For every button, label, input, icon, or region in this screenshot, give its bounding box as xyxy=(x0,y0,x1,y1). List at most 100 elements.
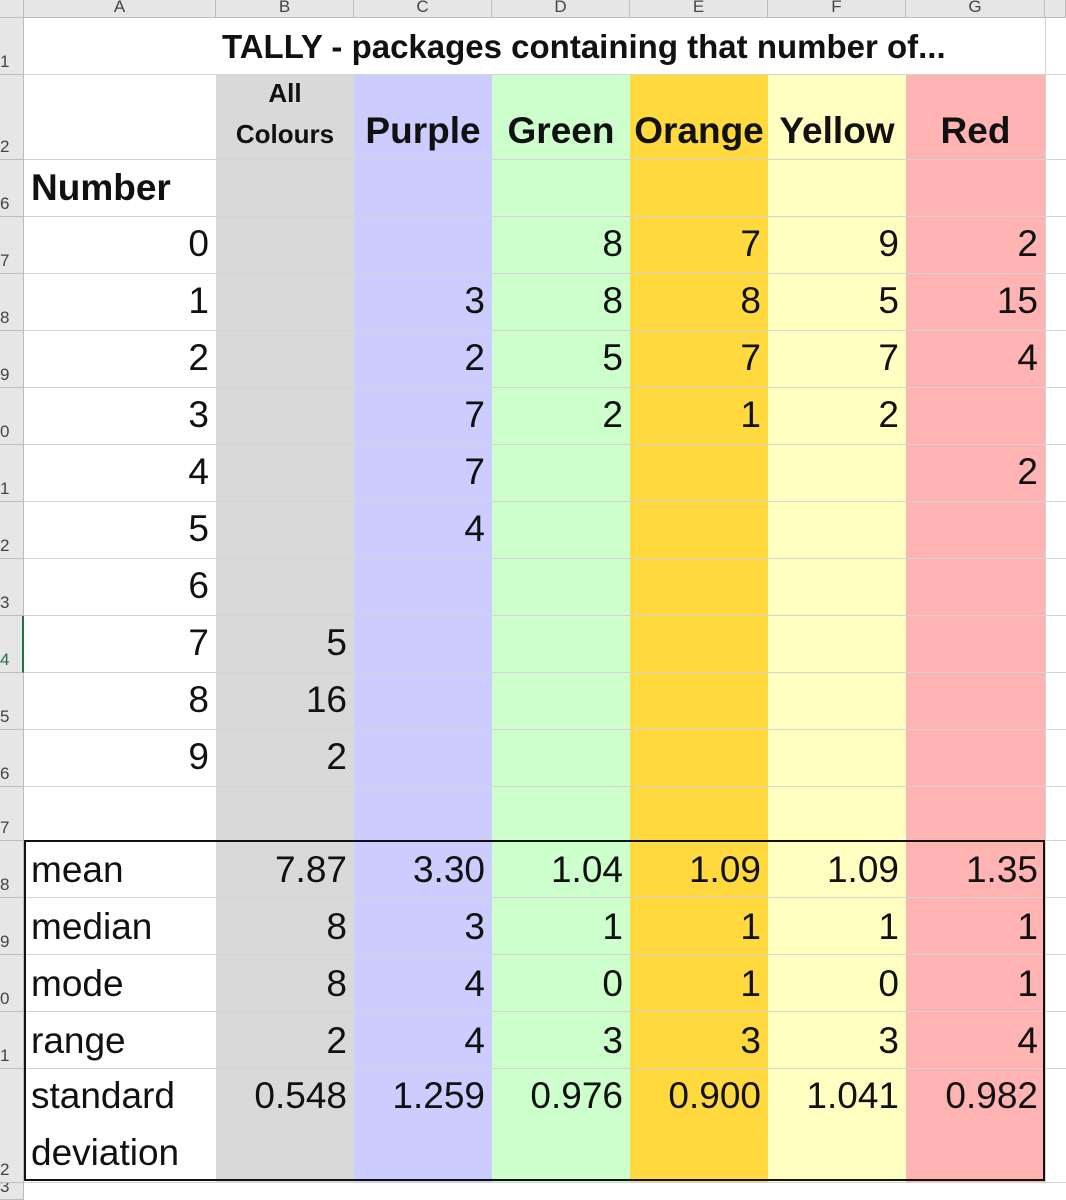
tally-cell-green[interactable] xyxy=(492,451,630,499)
row-header[interactable]: 3 xyxy=(0,559,24,616)
std-value-orange[interactable]: 0.900 xyxy=(630,1075,768,1123)
tally-cell-yellow[interactable] xyxy=(768,736,906,784)
stat-label-mean[interactable]: mean xyxy=(24,849,216,897)
tally-cell-purple[interactable] xyxy=(354,622,492,670)
std-value-yellow[interactable]: 1.041 xyxy=(768,1075,906,1123)
tally-cell-all[interactable] xyxy=(216,508,354,556)
column-header-C[interactable]: C xyxy=(354,0,492,18)
std-label-line1[interactable]: standard xyxy=(24,1075,216,1123)
stat-value-purple[interactable]: 3 xyxy=(354,906,492,954)
tally-cell-yellow[interactable]: 5 xyxy=(768,280,906,328)
tally-cell-number[interactable]: 1 xyxy=(24,280,216,328)
tally-cell-orange[interactable] xyxy=(630,736,768,784)
std-label-line2[interactable]: deviation xyxy=(24,1132,216,1180)
column-header-A[interactable]: A xyxy=(24,0,216,18)
row-header[interactable]: 1 xyxy=(0,445,24,502)
tally-cell-yellow[interactable] xyxy=(768,565,906,613)
tally-cell-orange[interactable] xyxy=(630,565,768,613)
column-header-F[interactable]: F xyxy=(768,0,906,18)
tally-cell-yellow[interactable]: 7 xyxy=(768,337,906,385)
column-header-E[interactable]: E xyxy=(630,0,768,18)
column-header-H[interactable] xyxy=(1045,0,1066,18)
row-header[interactable]: 2 xyxy=(0,502,24,559)
tally-cell-purple[interactable]: 2 xyxy=(354,337,492,385)
stat-value-green[interactable]: 0 xyxy=(492,963,630,1011)
row-header[interactable]: 3 xyxy=(0,1183,24,1200)
tally-cell-red[interactable] xyxy=(906,565,1045,613)
column-header-B[interactable]: B xyxy=(216,0,354,18)
stat-value-purple[interactable]: 4 xyxy=(354,1020,492,1068)
tally-cell-number[interactable]: 3 xyxy=(24,394,216,442)
row-header[interactable]: 6 xyxy=(0,160,24,217)
row-header[interactable]: 5 xyxy=(0,673,24,730)
stat-value-all[interactable]: 2 xyxy=(216,1020,354,1068)
tally-cell-all[interactable] xyxy=(216,223,354,271)
stat-value-red[interactable]: 1 xyxy=(906,963,1045,1011)
stat-value-purple[interactable]: 3.30 xyxy=(354,849,492,897)
stat-value-all[interactable]: 8 xyxy=(216,963,354,1011)
row-header[interactable]: 0 xyxy=(0,955,24,1012)
tally-cell-all[interactable] xyxy=(216,280,354,328)
row-header[interactable]: 8 xyxy=(0,841,24,898)
stat-value-yellow[interactable]: 1.09 xyxy=(768,849,906,897)
tally-cell-green[interactable] xyxy=(492,508,630,556)
tally-cell-orange[interactable] xyxy=(630,508,768,556)
tally-cell-red[interactable]: 2 xyxy=(906,223,1045,271)
tally-cell-number[interactable]: 8 xyxy=(24,679,216,727)
tally-cell-purple[interactable]: 4 xyxy=(354,508,492,556)
tally-cell-red[interactable] xyxy=(906,508,1045,556)
tally-cell-number[interactable]: 5 xyxy=(24,508,216,556)
tally-cell-red[interactable]: 2 xyxy=(906,451,1045,499)
tally-cell-green[interactable] xyxy=(492,565,630,613)
row-header[interactable]: 1 xyxy=(0,1012,24,1069)
tally-cell-red[interactable] xyxy=(906,394,1045,442)
std-value-red[interactable]: 0.982 xyxy=(906,1075,1045,1123)
tally-cell-yellow[interactable] xyxy=(768,508,906,556)
stat-value-green[interactable]: 1.04 xyxy=(492,849,630,897)
tally-cell-orange[interactable]: 8 xyxy=(630,280,768,328)
tally-cell-green[interactable] xyxy=(492,736,630,784)
tally-cell-green[interactable]: 8 xyxy=(492,223,630,271)
tally-cell-yellow[interactable] xyxy=(768,451,906,499)
row-header[interactable]: 9 xyxy=(0,898,24,955)
tally-cell-all[interactable]: 16 xyxy=(216,679,354,727)
stat-label-range[interactable]: range xyxy=(24,1020,216,1068)
tally-cell-orange[interactable] xyxy=(630,679,768,727)
row-header[interactable]: 0 xyxy=(0,388,24,445)
tally-cell-purple[interactable] xyxy=(354,223,492,271)
tally-cell-all[interactable]: 2 xyxy=(216,736,354,784)
tally-cell-yellow[interactable]: 9 xyxy=(768,223,906,271)
tally-cell-purple[interactable] xyxy=(354,679,492,727)
stat-value-purple[interactable]: 4 xyxy=(354,963,492,1011)
tally-cell-number[interactable]: 0 xyxy=(24,223,216,271)
tally-cell-number[interactable]: 9 xyxy=(24,736,216,784)
stat-value-all[interactable]: 7.87 xyxy=(216,849,354,897)
tally-cell-green[interactable] xyxy=(492,679,630,727)
stat-label-mode[interactable]: mode xyxy=(24,963,216,1011)
tally-cell-all[interactable] xyxy=(216,394,354,442)
row-header[interactable]: 7 xyxy=(0,217,24,274)
tally-cell-orange[interactable] xyxy=(630,451,768,499)
tally-cell-orange[interactable]: 1 xyxy=(630,394,768,442)
tally-cell-orange[interactable] xyxy=(630,622,768,670)
tally-cell-all[interactable] xyxy=(216,451,354,499)
tally-cell-green[interactable]: 5 xyxy=(492,337,630,385)
tally-cell-red[interactable] xyxy=(906,679,1045,727)
tally-cell-all[interactable]: 5 xyxy=(216,622,354,670)
tally-cell-red[interactable] xyxy=(906,736,1045,784)
stat-value-orange[interactable]: 1 xyxy=(630,963,768,1011)
tally-cell-number[interactable]: 6 xyxy=(24,565,216,613)
tally-cell-purple[interactable] xyxy=(354,565,492,613)
tally-cell-yellow[interactable]: 2 xyxy=(768,394,906,442)
tally-cell-purple[interactable] xyxy=(354,736,492,784)
row-header[interactable]: 1 xyxy=(0,18,24,75)
row-header[interactable]: 9 xyxy=(0,331,24,388)
select-all-corner[interactable] xyxy=(0,0,24,18)
row-header[interactable]: 7 xyxy=(0,787,24,841)
stat-value-all[interactable]: 8 xyxy=(216,906,354,954)
tally-cell-orange[interactable]: 7 xyxy=(630,337,768,385)
tally-cell-number[interactable]: 4 xyxy=(24,451,216,499)
tally-cell-purple[interactable]: 7 xyxy=(354,451,492,499)
tally-cell-all[interactable] xyxy=(216,565,354,613)
tally-cell-green[interactable]: 8 xyxy=(492,280,630,328)
